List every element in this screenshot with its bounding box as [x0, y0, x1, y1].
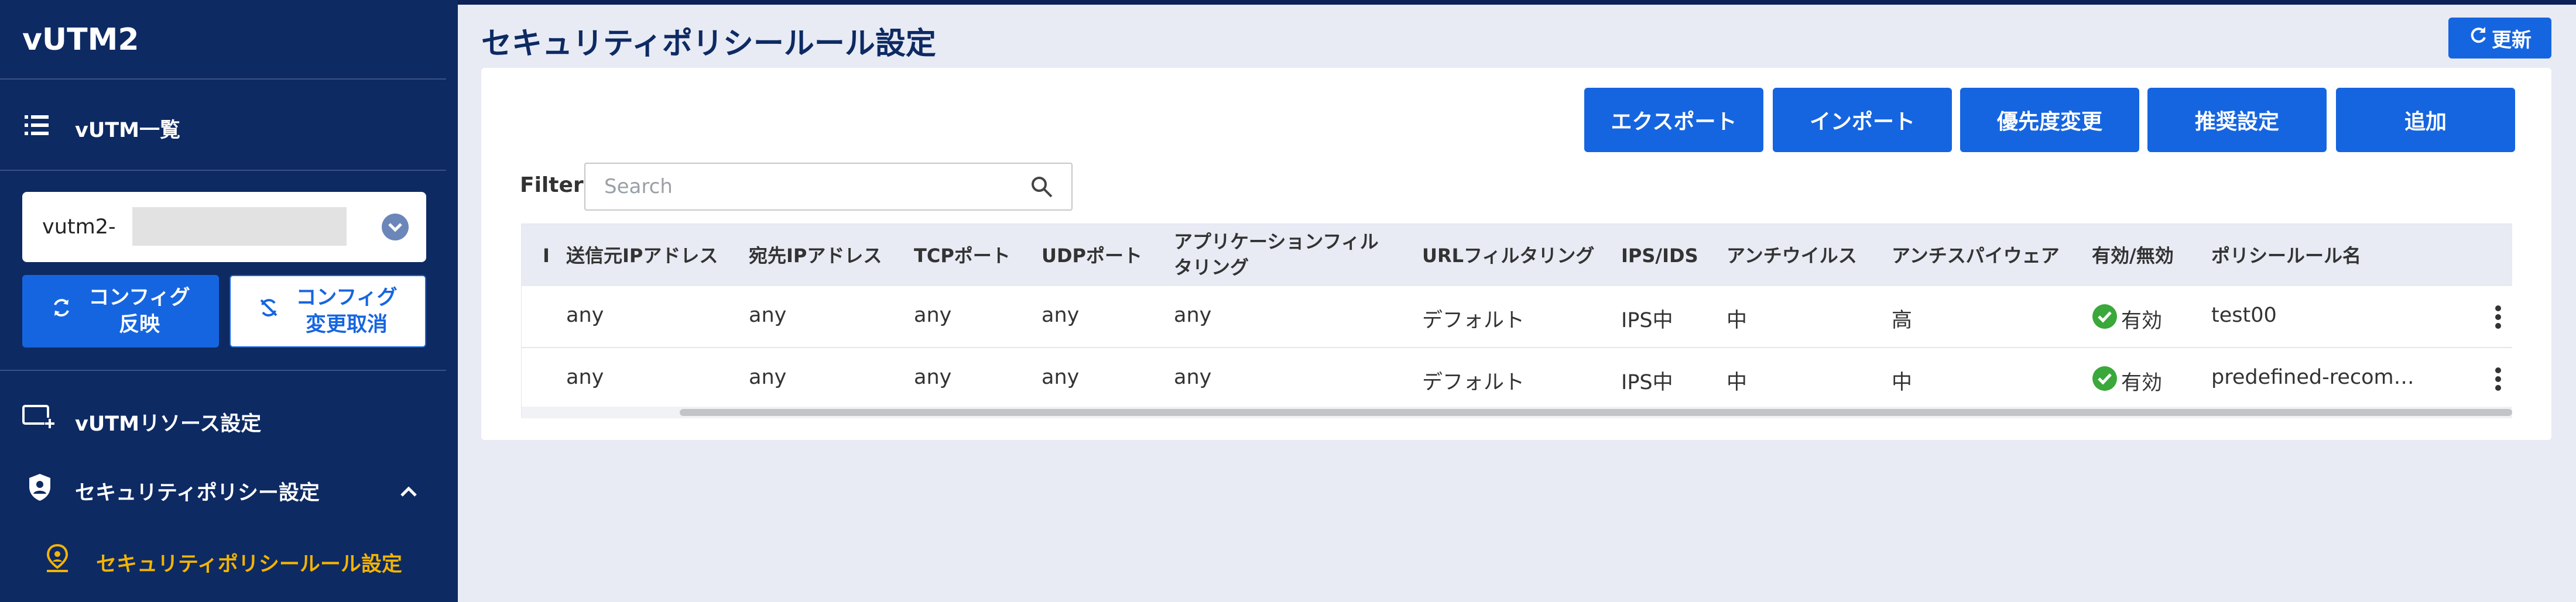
refresh-icon — [2468, 26, 2492, 51]
cell-tcp: any — [914, 366, 952, 389]
cell-status: 有効 — [2092, 366, 2162, 397]
policy-rule-table: I 送信元IPアドレス 宛先IPアドレス TCPポート UDPポート アプリケー… — [521, 223, 2512, 418]
horizontal-scrollbar[interactable] — [522, 407, 2512, 418]
cell-as: 高 — [1892, 309, 1913, 332]
add-screen-icon — [22, 404, 55, 436]
refresh-label: 更新 — [2492, 28, 2532, 52]
sidebar-item-label: セキュリティポリシー設定 — [75, 481, 320, 505]
status-label: 有効 — [2121, 309, 2163, 333]
scrollbar-thumb[interactable] — [680, 409, 2512, 416]
column-header[interactable]: 送信元IPアドレス — [566, 243, 718, 269]
table-row[interactable]: any any any any any デフォルト IPS中 中 高 有効 te… — [522, 286, 2512, 348]
cancel-config-label: コンフィグ 変更取消 — [296, 286, 398, 336]
chevron-up-icon — [399, 480, 418, 503]
vutm-select[interactable]: vutm2- — [22, 192, 426, 262]
cell-av: 中 — [1727, 309, 1748, 332]
brand-title: vUTM2 — [22, 22, 139, 57]
column-header[interactable]: URLフィルタリング — [1422, 243, 1594, 269]
recommended-settings-button[interactable]: 推奨設定 — [2147, 88, 2327, 152]
cell-rule-name: test00 — [2211, 304, 2277, 327]
column-header[interactable]: 有効/無効 — [2092, 243, 2174, 269]
column-header[interactable]: 宛先IPアドレス — [749, 243, 882, 269]
search-icon[interactable] — [1029, 174, 1055, 202]
sync-icon — [51, 297, 88, 325]
chevron-down-icon — [382, 214, 409, 243]
cell-status: 有効 — [2092, 304, 2162, 335]
check-circle-icon — [2092, 366, 2121, 397]
cell-dst: any — [749, 304, 787, 327]
cell-udp: any — [1042, 304, 1080, 327]
filter-label: Filter — [520, 173, 584, 197]
column-header[interactable]: アンチウイルス — [1727, 243, 1857, 269]
column-header-app-filter[interactable]: アプリケーションフィル タリング — [1174, 229, 1379, 280]
cell-app: any — [1174, 366, 1212, 389]
cell-src: any — [566, 366, 604, 389]
column-header[interactable]: TCPポート — [914, 243, 1010, 269]
export-label: エクスポート — [1611, 110, 1737, 134]
cell-dst: any — [749, 366, 787, 389]
cancel-config-button[interactable]: コンフィグ 変更取消 — [229, 275, 426, 348]
recommended-settings-label: 推奨設定 — [2194, 110, 2279, 134]
cell-app: any — [1174, 304, 1212, 327]
priority-change-button[interactable]: 優先度変更 — [1960, 88, 2139, 152]
search-box — [584, 163, 1073, 211]
more-vert-icon[interactable] — [2492, 302, 2504, 332]
cell-src: any — [566, 304, 604, 327]
sidebar-item-resource[interactable]: vUTMリソース設定 — [22, 404, 432, 436]
sidebar-item-vutm-list[interactable]: vUTM一覧 — [22, 111, 432, 142]
refresh-button[interactable]: 更新 — [2448, 18, 2551, 59]
apply-config-label: コンフィグ 反映 — [88, 286, 190, 336]
sidebar: vUTM2 vUTM一覧 vutm2- コンフィグ 反映 コンフィグ 変更取消 … — [0, 0, 458, 602]
cell-udp: any — [1042, 366, 1080, 389]
export-button[interactable]: エクスポート — [1584, 88, 1763, 152]
column-header: I — [543, 245, 550, 267]
column-header[interactable]: ポリシールール名 — [2211, 243, 2361, 269]
status-label: 有効 — [2121, 371, 2163, 395]
cell-ips: IPS中 — [1621, 371, 1673, 394]
cell-as: 中 — [1892, 371, 1913, 394]
redacted-value-mask — [132, 207, 347, 246]
sidebar-divider — [0, 78, 446, 80]
cell-ips: IPS中 — [1621, 309, 1673, 332]
vutm-select-value: vutm2- — [42, 215, 116, 239]
import-button[interactable]: インポート — [1773, 88, 1952, 152]
shield-user-icon — [27, 473, 53, 507]
table-header: I 送信元IPアドレス 宛先IPアドレス TCPポート UDPポート アプリケー… — [522, 224, 2512, 286]
column-header-line: タリング — [1174, 256, 1249, 278]
cell-tcp: any — [914, 304, 952, 327]
apply-config-button[interactable]: コンフィグ 反映 — [22, 275, 219, 348]
cell-rule-name: predefined-recom… — [2211, 366, 2414, 389]
sync-disabled-icon — [258, 297, 296, 325]
sidebar-item-security-policy-rule[interactable]: セキュリティポリシールール設定 — [43, 543, 441, 576]
column-header-line: アプリケーションフィル — [1174, 231, 1379, 253]
table-row[interactable]: any any any any any デフォルト IPS中 中 中 有効 pr… — [522, 348, 2512, 410]
page-title: セキュリティポリシールール設定 — [481, 26, 936, 61]
cell-av: 中 — [1727, 371, 1748, 394]
list-icon — [25, 113, 49, 142]
add-label: 追加 — [2404, 110, 2447, 134]
column-header[interactable]: アンチスパイウェア — [1892, 243, 2060, 269]
add-button[interactable]: 追加 — [2336, 88, 2515, 152]
sidebar-item-security-policy[interactable]: セキュリティポリシー設定 — [22, 473, 432, 505]
location-pin-icon — [43, 543, 71, 579]
cell-url: デフォルト — [1422, 309, 1525, 332]
sidebar-divider — [0, 370, 446, 371]
sidebar-divider — [0, 170, 446, 171]
import-label: インポート — [1809, 110, 1915, 134]
cell-url: デフォルト — [1422, 371, 1525, 394]
check-circle-icon — [2092, 304, 2121, 335]
priority-change-label: 優先度変更 — [1996, 110, 2102, 134]
more-vert-icon[interactable] — [2492, 364, 2504, 394]
column-header[interactable]: UDPポート — [1042, 243, 1142, 269]
search-input[interactable] — [604, 172, 1014, 201]
sidebar-item-label: セキュリティポリシールール設定 — [96, 553, 402, 576]
sidebar-item-label: vUTMリソース設定 — [75, 412, 262, 436]
sidebar-item-label: vUTM一覧 — [75, 119, 180, 142]
column-header[interactable]: IPS/IDS — [1621, 243, 1698, 269]
